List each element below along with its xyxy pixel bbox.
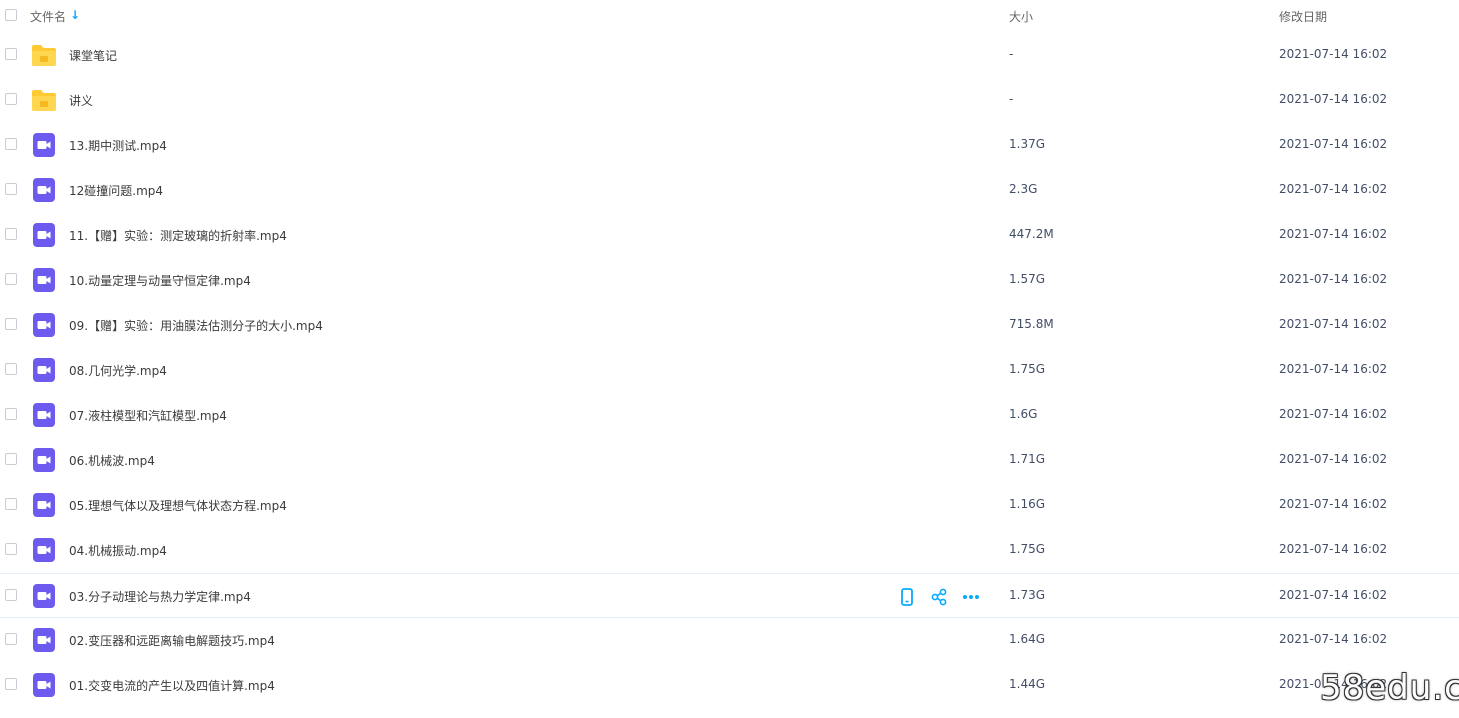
file-modified-date: 2021-07-14 16:02 xyxy=(1279,137,1388,151)
video-icon xyxy=(31,402,57,428)
file-size: 1.64G xyxy=(1009,632,1046,646)
folder-icon xyxy=(31,42,57,68)
row-checkbox[interactable] xyxy=(5,633,17,645)
video-icon xyxy=(31,312,57,338)
row-checkbox[interactable] xyxy=(5,273,17,285)
video-icon xyxy=(31,583,57,609)
file-size: 1.6G xyxy=(1009,407,1038,421)
file-row[interactable]: 12碰撞问题.mp4 2.3G 2021-07-14 16:02 xyxy=(0,168,1459,213)
file-size: 715.8M xyxy=(1009,317,1054,331)
file-size: 1.16G xyxy=(1009,497,1046,511)
folder-icon xyxy=(31,87,57,113)
file-modified-date: 2021-07-14 16:02 xyxy=(1279,362,1388,376)
file-row[interactable]: 课堂笔记 - 2021-07-14 16:02 xyxy=(0,33,1459,78)
row-checkbox[interactable] xyxy=(5,589,17,601)
file-modified-date: 2021-07-14 16:02 xyxy=(1279,92,1388,106)
video-icon xyxy=(31,447,57,473)
row-checkbox[interactable] xyxy=(5,318,17,330)
row-checkbox[interactable] xyxy=(5,228,17,240)
more-options-icon[interactable] xyxy=(961,587,981,607)
file-modified-date: 2021-07-14 16:02 xyxy=(1279,272,1388,286)
video-icon xyxy=(31,357,57,383)
file-row[interactable]: 09.【赠】实验：用油膜法估测分子的大小.mp4 715.8M 2021-07-14… xyxy=(0,303,1459,348)
file-modified-date: 2021-07-14 16:02 xyxy=(1279,588,1388,602)
file-modified-date: 2021-07-14 16:02 xyxy=(1279,542,1388,556)
column-header-date[interactable]: 修改日期 xyxy=(1279,8,1327,25)
select-all-checkbox[interactable] xyxy=(5,9,17,21)
file-size: 2.3G xyxy=(1009,182,1038,196)
file-row[interactable]: 06.机械波.mp4 1.71G 2021-07-14 16:02 xyxy=(0,438,1459,483)
mobile-download-icon[interactable] xyxy=(897,587,917,607)
file-modified-date: 2021-07-14 16:02 xyxy=(1279,452,1388,466)
file-modified-date: 2021-07-14 16:02 xyxy=(1279,407,1388,421)
file-name-link[interactable]: 讲义 xyxy=(69,92,93,109)
row-checkbox[interactable] xyxy=(5,408,17,420)
file-size: 1.71G xyxy=(1009,452,1046,466)
file-name-link[interactable]: 07.液柱模型和汽缸模型.mp4 xyxy=(69,407,227,424)
file-name-link[interactable]: 01.交变电流的产生以及四值计算.mp4 xyxy=(69,677,275,694)
file-row[interactable]: 10.动量定理与动量守恒定律.mp4 1.57G 2021-07-14 16:02 xyxy=(0,258,1459,303)
file-size: 1.57G xyxy=(1009,272,1046,286)
row-checkbox[interactable] xyxy=(5,138,17,150)
file-row[interactable]: 08.几何光学.mp4 1.75G 2021-07-14 16:02 xyxy=(0,348,1459,393)
file-row[interactable]: 13.期中测试.mp4 1.37G 2021-07-14 16:02 xyxy=(0,123,1459,168)
file-size: - xyxy=(1009,47,1014,61)
row-checkbox[interactable] xyxy=(5,453,17,465)
file-modified-date: 2021-07-14 16:02 xyxy=(1279,497,1388,511)
file-row[interactable]: 07.液柱模型和汽缸模型.mp4 1.6G 2021-07-14 16:02 xyxy=(0,393,1459,438)
file-name-link[interactable]: 05.理想气体以及理想气体状态方程.mp4 xyxy=(69,497,287,514)
row-checkbox[interactable] xyxy=(5,93,17,105)
file-modified-date: 2021-07-14 16:02 xyxy=(1279,182,1388,196)
watermark: 58edu.cc xyxy=(1320,668,1459,708)
file-name-link[interactable]: 课堂笔记 xyxy=(69,47,117,64)
file-name-link[interactable]: 10.动量定理与动量守恒定律.mp4 xyxy=(69,272,251,289)
row-checkbox[interactable] xyxy=(5,498,17,510)
video-icon xyxy=(31,627,57,653)
file-row[interactable]: 11.【赠】实验：测定玻璃的折射率.mp4 447.2M 2021-07-14 16… xyxy=(0,213,1459,258)
row-checkbox[interactable] xyxy=(5,183,17,195)
file-name-link[interactable]: 11.【赠】实验：测定玻璃的折射率.mp4 xyxy=(69,227,287,244)
file-name-link[interactable]: 02.变压器和远距离输电解题技巧.mp4 xyxy=(69,632,275,649)
file-modified-date: 2021-07-14 16:02 xyxy=(1279,47,1388,61)
file-modified-date: 2021-07-14 16:02 xyxy=(1279,317,1388,331)
file-size: 1.73G xyxy=(1009,588,1046,602)
file-size: 1.75G xyxy=(1009,542,1046,556)
file-name-link[interactable]: 09.【赠】实验：用油膜法估测分子的大小.mp4 xyxy=(69,317,323,334)
column-header-name[interactable]: 文件名 xyxy=(30,8,66,25)
row-checkbox[interactable] xyxy=(5,363,17,375)
file-name-link[interactable]: 13.期中测试.mp4 xyxy=(69,137,167,154)
video-icon xyxy=(31,537,57,563)
file-name-link[interactable]: 04.机械振动.mp4 xyxy=(69,542,167,559)
file-list-header: 文件名 ↓ 大小 修改日期 xyxy=(0,0,1459,30)
file-name-link[interactable]: 06.机械波.mp4 xyxy=(69,452,155,469)
video-icon xyxy=(31,267,57,293)
file-size: 1.75G xyxy=(1009,362,1046,376)
file-row[interactable]: 讲义 - 2021-07-14 16:02 xyxy=(0,78,1459,123)
file-size: 447.2M xyxy=(1009,227,1054,241)
video-icon xyxy=(31,177,57,203)
file-name-link[interactable]: 03.分子动理论与热力学定律.mp4 xyxy=(69,588,251,605)
file-row[interactable]: 04.机械振动.mp4 1.75G 2021-07-14 16:02 xyxy=(0,528,1459,573)
column-header-size[interactable]: 大小 xyxy=(1009,8,1033,25)
file-row[interactable]: 01.交变电流的产生以及四值计算.mp4 1.44G 2021-07-14 16:0… xyxy=(0,663,1459,708)
file-modified-date: 2021-07-14 16:02 xyxy=(1279,227,1388,241)
file-modified-date: 2021-07-14 16:02 xyxy=(1279,632,1388,646)
file-size: - xyxy=(1009,92,1014,106)
file-name-link[interactable]: 08.几何光学.mp4 xyxy=(69,362,167,379)
video-icon xyxy=(31,222,57,248)
file-row[interactable]: 03.分子动理论与热力学定律.mp4 1.73G 2021-07-14 16:02 xyxy=(0,573,1459,618)
video-icon xyxy=(31,672,57,698)
video-icon xyxy=(31,492,57,518)
file-name-link[interactable]: 12碰撞问题.mp4 xyxy=(69,182,163,199)
share-icon[interactable] xyxy=(929,587,949,607)
file-row[interactable]: 05.理想气体以及理想气体状态方程.mp4 1.16G 2021-07-14 16:… xyxy=(0,483,1459,528)
file-row[interactable]: 02.变压器和远距离输电解题技巧.mp4 1.64G 2021-07-14 16:0… xyxy=(0,618,1459,663)
video-icon xyxy=(31,132,57,158)
row-checkbox[interactable] xyxy=(5,678,17,690)
row-checkbox[interactable] xyxy=(5,543,17,555)
file-size: 1.37G xyxy=(1009,137,1046,151)
row-checkbox[interactable] xyxy=(5,48,17,60)
file-size: 1.44G xyxy=(1009,677,1046,691)
sort-down-arrow-icon[interactable]: ↓ xyxy=(70,8,80,22)
